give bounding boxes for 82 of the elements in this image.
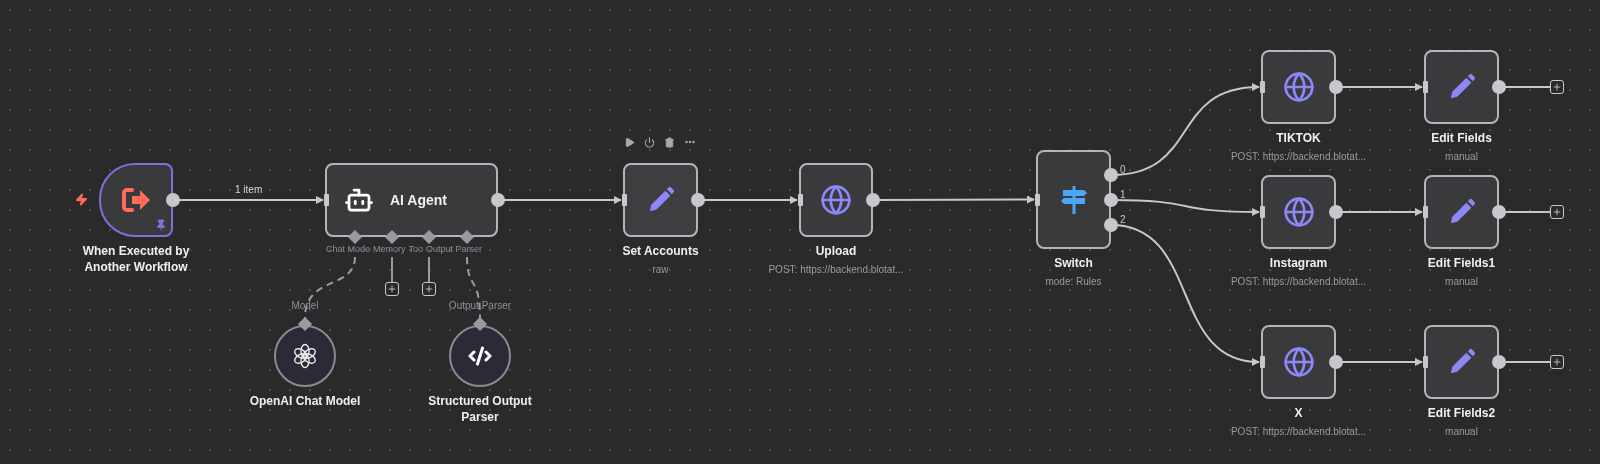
input-handle[interactable] bbox=[1423, 206, 1428, 218]
node-title: TIKTOK bbox=[1276, 130, 1321, 146]
workflow-node[interactable] bbox=[1036, 150, 1111, 249]
node-title: Edit Fields2 bbox=[1427, 405, 1496, 421]
slot-label: Model bbox=[290, 301, 320, 311]
output-handle[interactable] bbox=[1329, 355, 1343, 369]
input-label: Chat Mode bbox=[326, 245, 371, 254]
connection-label: 1 item bbox=[235, 185, 263, 195]
node-subtitle: raw bbox=[652, 263, 669, 277]
add-node-button[interactable] bbox=[1550, 205, 1564, 219]
output-handle[interactable] bbox=[1492, 205, 1506, 219]
node-title: OpenAI Chat Model bbox=[249, 393, 361, 409]
workflow-node[interactable] bbox=[1261, 325, 1336, 399]
node-subtitle: manual bbox=[1445, 275, 1478, 289]
workflow-node[interactable] bbox=[799, 163, 873, 237]
input-label: Memory bbox=[373, 245, 406, 254]
workflow-node[interactable] bbox=[1261, 175, 1336, 249]
workflow-node[interactable] bbox=[99, 163, 173, 237]
node-subtitle: POST: https://backend.blotat... bbox=[1230, 425, 1367, 439]
knot-icon bbox=[292, 343, 318, 369]
node-title: Edit Fields bbox=[1431, 130, 1492, 146]
add-node-button[interactable] bbox=[385, 282, 399, 296]
power-icon[interactable] bbox=[644, 136, 655, 148]
globe-icon bbox=[1282, 346, 1315, 378]
play-icon[interactable] bbox=[624, 136, 635, 148]
workflow-node[interactable] bbox=[623, 163, 698, 237]
input-handle[interactable] bbox=[1423, 81, 1428, 93]
output-handle[interactable] bbox=[866, 193, 880, 207]
node-subtitle: mode: Rules bbox=[1045, 275, 1102, 289]
output-handle[interactable] bbox=[1492, 80, 1506, 94]
input-handle[interactable] bbox=[622, 194, 627, 206]
node-subtitle: POST: https://backend.blotat... bbox=[1230, 275, 1367, 289]
input-handle[interactable] bbox=[1260, 356, 1265, 368]
input-handle[interactable] bbox=[798, 194, 803, 206]
input-handle[interactable] bbox=[1260, 81, 1265, 93]
code-icon bbox=[468, 344, 492, 368]
input-handle[interactable] bbox=[1260, 206, 1265, 218]
add-node-button[interactable] bbox=[422, 282, 436, 296]
node-subtitle: POST: https://backend.blotat... bbox=[1230, 150, 1367, 164]
node-title: Set Accounts bbox=[622, 243, 699, 259]
node-subtitle: manual bbox=[1445, 425, 1478, 439]
output-label: 0 bbox=[1120, 165, 1126, 175]
trash-icon[interactable] bbox=[664, 136, 675, 148]
input-label: Too bbox=[408, 245, 424, 254]
input-handle[interactable] bbox=[324, 194, 329, 206]
workflow-node[interactable] bbox=[1424, 175, 1499, 249]
node-title: X bbox=[1294, 405, 1303, 421]
output-handle[interactable] bbox=[691, 193, 705, 207]
input-handle[interactable] bbox=[1423, 356, 1428, 368]
output-handle[interactable] bbox=[1329, 80, 1343, 94]
node-title: Switch bbox=[1054, 255, 1093, 271]
workflow-node[interactable] bbox=[1261, 50, 1336, 124]
output-handle[interactable] bbox=[1104, 168, 1118, 182]
node-subtitle: manual bbox=[1445, 150, 1478, 164]
workflow-node[interactable] bbox=[1424, 50, 1499, 124]
globe-icon bbox=[820, 184, 852, 216]
workflow-node[interactable] bbox=[1424, 325, 1499, 399]
node-title: Instagram bbox=[1269, 255, 1328, 271]
input-handle[interactable] bbox=[1035, 193, 1040, 206]
output-handle[interactable] bbox=[166, 193, 180, 207]
node-title: Edit Fields1 bbox=[1427, 255, 1496, 271]
node-title: Upload bbox=[815, 243, 857, 259]
bolt-icon bbox=[75, 193, 88, 206]
output-label: 2 bbox=[1120, 215, 1126, 225]
output-label: 1 bbox=[1120, 190, 1126, 200]
workflow-node[interactable]: AI Agent bbox=[325, 163, 498, 237]
globe-icon bbox=[1282, 71, 1315, 103]
output-handle[interactable] bbox=[1104, 218, 1118, 232]
input-label: Output Parser bbox=[426, 245, 483, 254]
output-handle[interactable] bbox=[491, 193, 505, 207]
slot-label: Output Parser bbox=[447, 301, 513, 311]
node-subtitle: POST: https://backend.blotat... bbox=[768, 263, 904, 277]
exit-arrow-icon bbox=[120, 186, 152, 214]
output-handle[interactable] bbox=[1104, 193, 1118, 207]
output-handle[interactable] bbox=[1492, 355, 1506, 369]
node-title: AI Agent bbox=[389, 190, 447, 210]
output-handle[interactable] bbox=[1329, 205, 1343, 219]
add-node-button[interactable] bbox=[1550, 80, 1564, 94]
node-title: When Executed by Another Workflow bbox=[81, 243, 191, 275]
node-title: Structured Output Parser bbox=[427, 393, 533, 425]
add-node-button[interactable] bbox=[1550, 355, 1564, 369]
globe-icon bbox=[1282, 196, 1315, 228]
